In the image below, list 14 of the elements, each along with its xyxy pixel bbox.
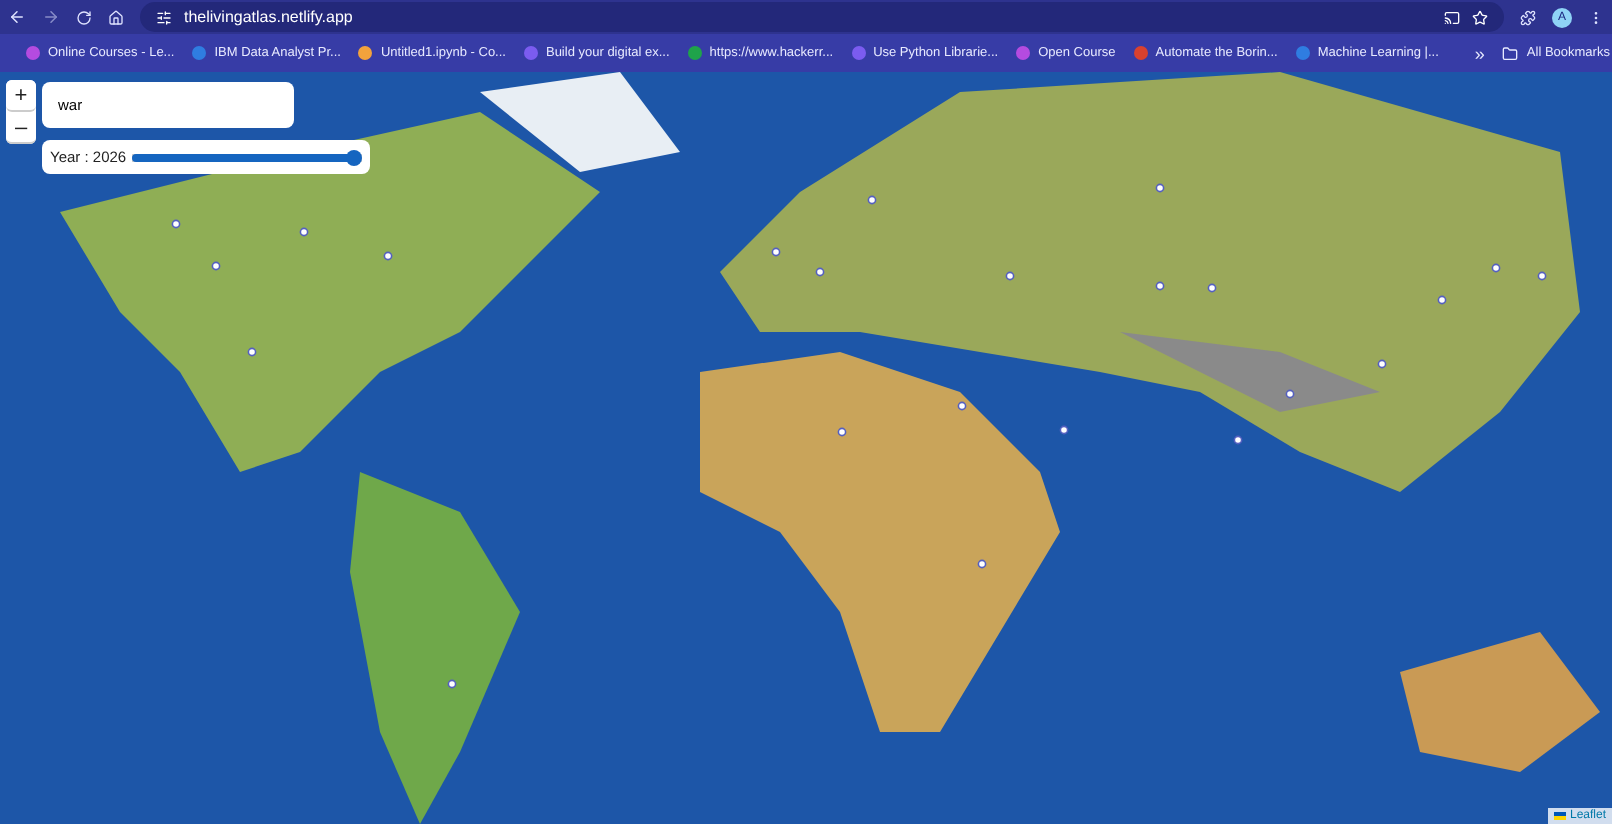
back-icon[interactable]: [8, 8, 26, 26]
folder-icon: [1502, 45, 1519, 61]
forward-icon[interactable]: [42, 8, 60, 26]
flag-icon: [1553, 812, 1566, 820]
reload-icon[interactable]: [76, 9, 92, 25]
more-bookmarks-button[interactable]: »: [1474, 43, 1485, 63]
address-bar[interactable]: thelivingatlas.netlify.app: [140, 2, 1504, 32]
url-text: thelivingatlas.netlify.app: [184, 8, 353, 26]
cast-icon[interactable]: [1444, 9, 1460, 25]
home-icon[interactable]: [108, 9, 124, 25]
site-settings-icon[interactable]: [156, 9, 172, 25]
bookmark-star-icon[interactable]: [1472, 9, 1488, 25]
zoom-in-button[interactable]: +: [6, 80, 36, 112]
extensions-icon[interactable]: [1520, 9, 1536, 25]
